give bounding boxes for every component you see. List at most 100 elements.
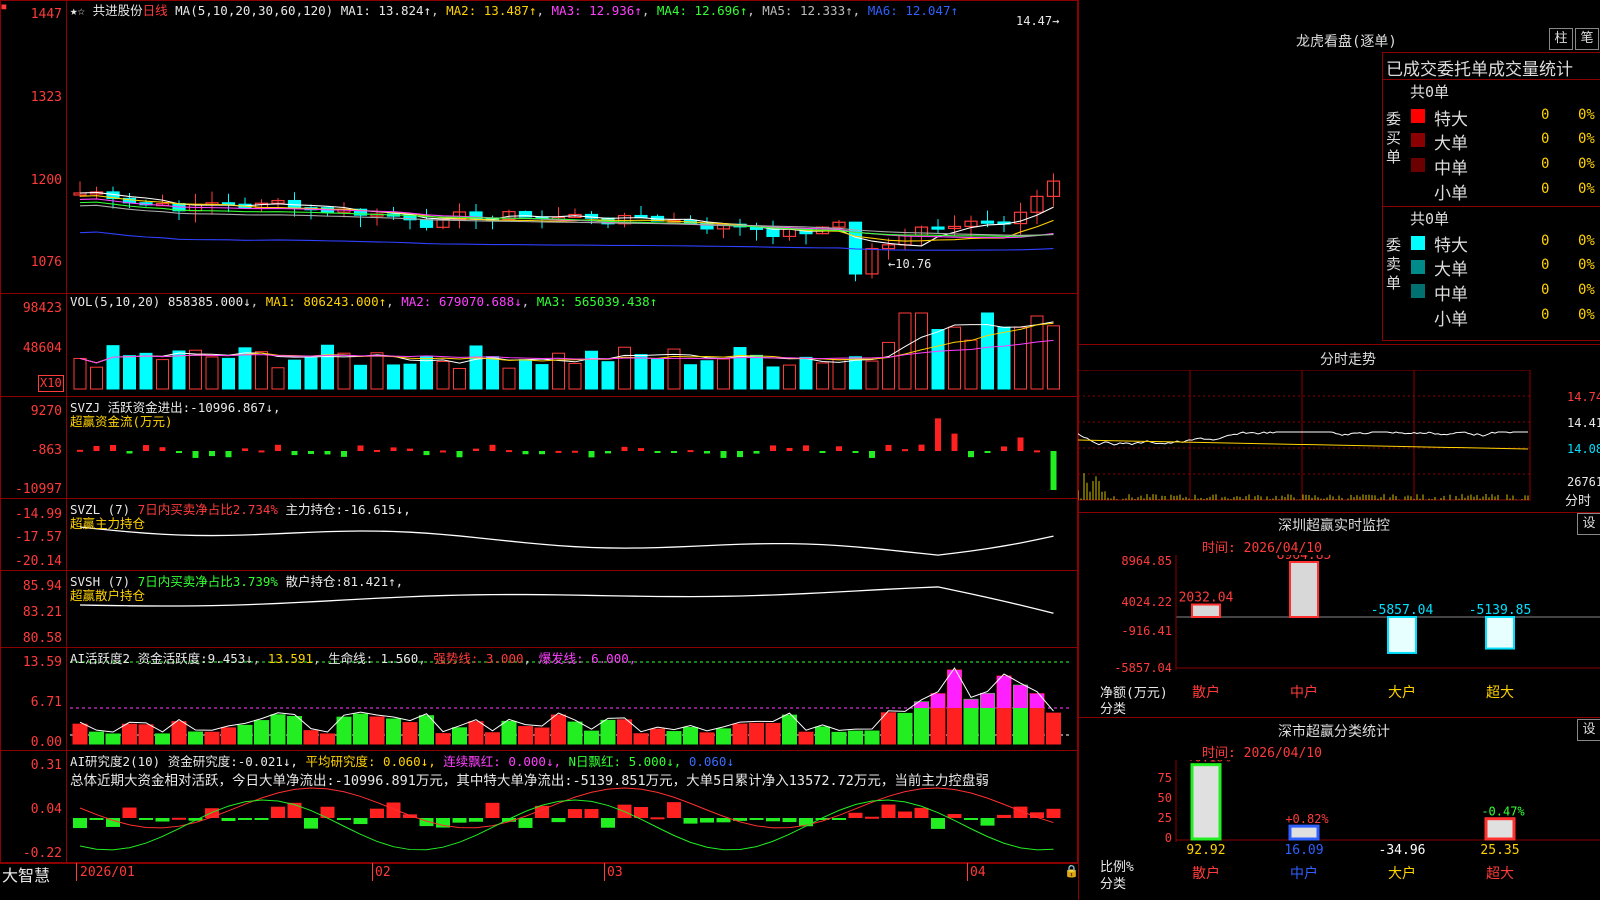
vol-bar-up (90, 366, 103, 390)
star-icon[interactable]: ★☆ (70, 3, 85, 18)
svzj-y-tick: -10997 (15, 482, 62, 497)
ai1-label: AI活跃度2 (70, 651, 131, 666)
ai2-bar (914, 807, 929, 818)
stats-chart[interactable]: 75 50 25 0 +0.18% 92.92 散户 +0.82% 16.09 中户 -34.96 大… (1078, 760, 1600, 900)
vol-label: VOL(5,10,20) (70, 294, 161, 309)
stats-y-tick: 50 (1158, 791, 1172, 805)
vol-bar-down (634, 354, 648, 390)
flow-bar (275, 444, 281, 451)
x-axis-tick (604, 863, 605, 881)
ai2-y-tick: 0.04 (30, 802, 62, 817)
vol-bar-down (304, 357, 318, 390)
sell-m-swatch (1411, 284, 1425, 298)
buy-m-count: 0 (1541, 156, 1550, 172)
sell-total: 共0单 (1410, 210, 1450, 228)
ai2-bar (238, 818, 252, 820)
stats-category: 散户 (1192, 865, 1220, 882)
ai1-bar (1046, 712, 1061, 745)
flow-bar (390, 447, 397, 451)
bar-view-button[interactable]: 柱 (1549, 28, 1573, 50)
ai2-bar (832, 818, 846, 820)
sell-xl-count: 0 (1541, 233, 1550, 249)
ma6-name: MA6 (867, 3, 891, 18)
ai2-bar (122, 807, 137, 818)
vol-bar-down (684, 364, 697, 390)
dragon-title: 龙虎看盘(逐单) (1296, 34, 1397, 50)
sell-s-name: 小单 (1434, 310, 1468, 330)
ai2-bar (518, 818, 533, 828)
svzl-y-tick: -20.14 (15, 554, 62, 569)
ai1-bar (72, 723, 88, 745)
vol-bar-down (700, 360, 714, 390)
flow-bar (126, 451, 133, 454)
vol-bar-down (403, 363, 417, 390)
ai2-bar (601, 818, 615, 828)
monitor-settings-button[interactable]: 设 (1577, 513, 1600, 535)
ai2-bar (997, 814, 1011, 818)
candle-down (766, 228, 780, 238)
stats-bar-value: 16.09 (1284, 843, 1323, 858)
svsh-title: 超赢散户持仓 (70, 588, 146, 603)
buy-s-count: 0 (1541, 181, 1550, 197)
sell-l-name: 大单 (1434, 260, 1468, 280)
ma1-name: MA1 (340, 3, 364, 18)
flow-bar (308, 451, 314, 454)
ai1-bar (798, 731, 814, 745)
vol-unit-badge[interactable]: X10 (38, 375, 64, 392)
ai1-bar (782, 714, 797, 745)
flow-bar (852, 451, 859, 453)
ai1-bar (666, 731, 682, 745)
buy-xl-count: 0 (1541, 107, 1550, 123)
lock-icon[interactable]: 🔒 (1064, 864, 1079, 878)
x-axis-tick (967, 863, 968, 881)
ai2-bar (782, 818, 797, 823)
ma5-value: 12.333↑ (799, 3, 853, 18)
vol-bar-up (618, 346, 631, 390)
flow-bar (753, 451, 760, 454)
vol-bar-up (568, 362, 582, 390)
ai1-bar (105, 733, 121, 745)
flow-bar (1050, 451, 1057, 490)
vol-bar-up (502, 367, 516, 390)
low-price-note: ←10.76 (888, 257, 932, 271)
stats-bar (1288, 824, 1320, 841)
period-label[interactable]: 日线 (143, 3, 168, 18)
buy-s-pct: 0% (1578, 181, 1595, 197)
ai1-v2: 13.591 (267, 651, 314, 666)
stats-bar-value: 92.92 (1186, 843, 1225, 858)
flow-bar (225, 451, 232, 458)
fenshi-chart[interactable] (1078, 370, 1600, 510)
ai2-bar (370, 808, 384, 818)
fenshi-title: 分时走势 (1320, 352, 1376, 368)
kline-y-tick: 1076 (30, 255, 62, 270)
ai2-bar (716, 818, 731, 823)
x-axis-tick (76, 863, 77, 881)
x-axis-label: 02 (375, 865, 391, 880)
ai1-bar (254, 720, 269, 745)
vol-bar-up (717, 358, 730, 390)
vol-ma2-name: MA2 (401, 294, 424, 309)
vol-bar-down (139, 352, 153, 390)
vol-header: VOL(5,10,20) 858385.000↓, MA1: 806243.00… (70, 294, 658, 309)
monitor-bar-label: -5139.85 (1469, 603, 1532, 618)
vol-bar-up (1030, 315, 1044, 390)
vol-bar-down (354, 364, 367, 390)
tick-view-button[interactable]: 笔 (1575, 28, 1599, 50)
ma2-value: 13.487↑ (483, 3, 537, 18)
ai2-bar (865, 816, 879, 819)
stats-category: 中户 (1290, 865, 1318, 882)
stats-settings-button[interactable]: 设 (1577, 719, 1600, 741)
flow-bar (258, 450, 265, 453)
ai2-lianxu: 连续飘红: 0.000↓, (443, 754, 561, 769)
flow-bar (176, 451, 182, 454)
ai2-bar (650, 817, 665, 820)
flow-bar (951, 433, 958, 451)
vol-bar-down (750, 354, 763, 390)
ai2-bar (106, 818, 120, 827)
ma-label: MA(5,10,20,30,60,120) (175, 3, 334, 18)
monitor-bar (1289, 561, 1319, 618)
flow-bar (671, 451, 677, 453)
stats-time: 时间: 2026/04/10 (1202, 746, 1322, 761)
monitor-category: 散户 (1192, 684, 1220, 701)
flow-bar (522, 451, 529, 455)
